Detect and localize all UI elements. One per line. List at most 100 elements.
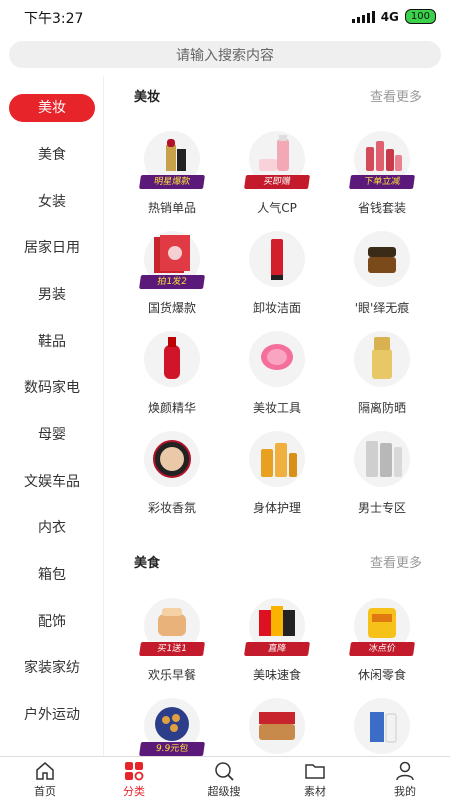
face-brush-icon [249, 331, 305, 387]
grid-item[interactable]: 9.9元包 [122, 698, 222, 756]
item-label: 隔离防晒 [357, 401, 406, 415]
sidebar-item-entertainment[interactable]: 文娱车品 [0, 468, 104, 496]
chips-bag-icon: 冰点价 [349, 598, 415, 656]
item-label: 热销单品 [147, 201, 196, 215]
sidebar-item-baby[interactable]: 母婴 [0, 421, 104, 449]
item-badge: 9.9元包 [139, 742, 205, 756]
item-badge: 买即赠 [244, 175, 310, 189]
sidebar-item-home[interactable]: 居家日用 [0, 234, 104, 262]
search-icon [215, 762, 234, 781]
item-label: '眼'绎无痕 [354, 301, 410, 315]
item-label: 彩妆香氛 [147, 501, 196, 515]
sidebar-item-decor[interactable]: 家装家纺 [0, 654, 104, 682]
item-label: 身体护理 [252, 501, 301, 515]
see-more-makeup[interactable]: 查看更多 [370, 86, 422, 105]
grid-item[interactable] [227, 698, 327, 754]
sunscreen-icon [354, 331, 410, 387]
item-label: 休闲零食 [357, 668, 406, 682]
item-label: 欢乐早餐 [147, 668, 196, 682]
item-badge: 下单立减 [349, 175, 415, 189]
grid-item[interactable]: 冰点价 休闲零食 [332, 598, 432, 683]
item-label: 美味速食 [252, 668, 301, 682]
tab-label: 首页 [34, 785, 56, 798]
item-label: 焕颜精华 [147, 401, 196, 415]
bottom-tab-bar: 首页 分类 超级搜 素材 我的 [0, 756, 450, 800]
item-label: 美妆工具 [252, 401, 301, 415]
section-title-food: 美食 [134, 556, 161, 571]
sidebar-item-outdoor[interactable]: 户外运动 [0, 701, 104, 729]
item-badge: 拍1发2 [139, 275, 205, 289]
tab-label: 超级搜 [207, 785, 241, 798]
status-bar: 下午3:27 4G 100 [0, 0, 450, 34]
grid-item[interactable]: 直降 美味速食 [227, 598, 327, 683]
category-sidebar: 美妆 美食 女装 居家日用 男装 鞋品 数码家电 母婴 文娱车品 内衣 箱包 配… [0, 76, 104, 756]
grid-item[interactable]: '眼'绎无痕 [332, 231, 432, 316]
category-content: 美妆 查看更多 明星爆款 热销单品 买即赠 人气CP 下单立减 省钱套装 拍1发… [104, 76, 450, 756]
tab-label: 分类 [123, 785, 145, 798]
item-label: 省钱套装 [357, 201, 406, 215]
item-label: 国货爆款 [147, 301, 196, 315]
grid-item[interactable] [332, 698, 432, 754]
lipstick-icon: 明星爆款 [139, 131, 205, 189]
grid-item[interactable]: 身体护理 [227, 431, 327, 516]
tab-mine[interactable]: 我的 [375, 761, 435, 799]
sidebar-item-women[interactable]: 女装 [0, 188, 104, 216]
tab-home[interactable]: 首页 [15, 761, 75, 799]
cookies-tin-icon: 9.9元包 [139, 698, 205, 756]
tab-label: 素材 [304, 785, 326, 798]
item-badge: 买1送1 [139, 642, 205, 656]
section-title-makeup: 美妆 [134, 90, 161, 105]
tab-label: 我的 [394, 785, 416, 798]
grid-item[interactable]: 隔离防晒 [332, 331, 432, 416]
signal-icon [351, 10, 375, 23]
grid-item[interactable]: 焕颜精华 [122, 331, 222, 416]
eye-cream-jar-icon [354, 231, 410, 287]
bottle-set-icon: 下单立减 [349, 131, 415, 189]
sidebar-item-digital[interactable]: 数码家电 [0, 374, 104, 402]
category-icon [125, 762, 144, 781]
grid-item[interactable]: 下单立减 省钱套装 [332, 131, 432, 216]
milk-box-icon [354, 698, 410, 754]
grid-item[interactable]: 拍1发2 国货爆款 [122, 231, 222, 316]
grid-item[interactable]: 买1送1 欢乐早餐 [122, 598, 222, 683]
tab-category[interactable]: 分类 [104, 761, 164, 799]
cushion-compact-icon [144, 431, 200, 487]
skincare-set-icon: 买即赠 [244, 131, 310, 189]
user-icon [396, 761, 414, 781]
sidebar-item-accessories[interactable]: 配饰 [0, 608, 104, 636]
item-badge: 冰点价 [349, 642, 415, 656]
sidebar-item-makeup[interactable]: 美妆 [9, 94, 95, 122]
tab-super-search[interactable]: 超级搜 [194, 761, 254, 799]
sidebar-item-men[interactable]: 男装 [0, 281, 104, 309]
item-badge: 明星爆款 [139, 175, 205, 189]
body-oil-icon [249, 431, 305, 487]
snack-bags-icon: 直降 [244, 598, 310, 656]
grid-item[interactable]: 买即赠 人气CP [227, 131, 327, 216]
grid-item[interactable]: 男士专区 [332, 431, 432, 516]
item-label: 卸妆洁面 [252, 301, 301, 315]
grid-item[interactable]: 彩妆香氛 [122, 431, 222, 516]
face-mask-icon: 拍1发2 [139, 231, 205, 289]
see-more-food[interactable]: 查看更多 [370, 552, 422, 571]
bread-icon: 买1送1 [139, 598, 205, 656]
grid-item[interactable]: 明星爆款 热销单品 [122, 131, 222, 216]
nuts-gift-box-icon [249, 698, 305, 754]
grid-item[interactable]: 美妆工具 [227, 331, 327, 416]
sidebar-item-food[interactable]: 美食 [0, 141, 104, 169]
battery-icon: 100 [404, 9, 436, 24]
sidebar-item-shoes[interactable]: 鞋品 [0, 328, 104, 356]
sidebar-item-underwear[interactable]: 内衣 [0, 514, 104, 542]
item-label: 男士专区 [357, 501, 406, 515]
home-icon [36, 762, 54, 780]
tab-materials[interactable]: 素材 [285, 761, 345, 799]
serum-bottle-icon [144, 331, 200, 387]
item-label: 人气CP [257, 201, 297, 215]
search-bar[interactable]: 请输入搜索内容 [9, 41, 441, 68]
grid-item[interactable]: 卸妆洁面 [227, 231, 327, 316]
folder-icon [305, 764, 325, 779]
status-time: 下午3:27 [24, 11, 84, 27]
sidebar-item-bags[interactable]: 箱包 [0, 561, 104, 589]
search-input[interactable]: 请输入搜索内容 [9, 41, 441, 68]
mens-bottles-icon [354, 431, 410, 487]
item-badge: 直降 [244, 642, 310, 656]
